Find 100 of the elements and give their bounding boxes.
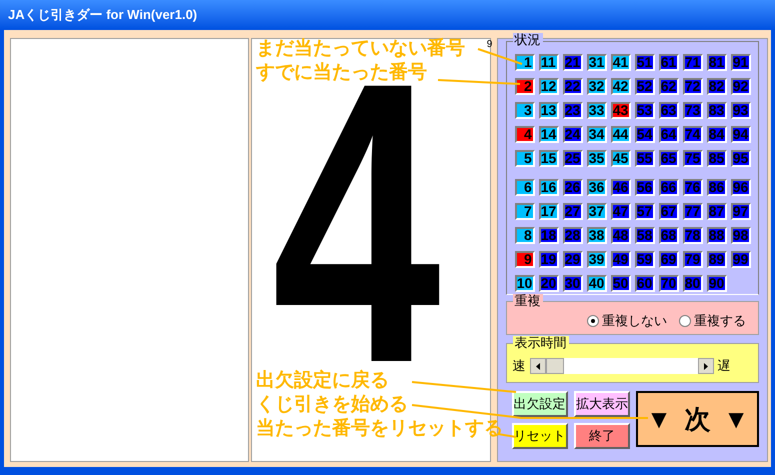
left-arrow-button[interactable] <box>530 358 546 374</box>
number-cell: 29 <box>562 251 583 268</box>
number-cell: 36 <box>586 179 607 196</box>
number-cell: 26 <box>562 179 583 196</box>
number-cell: 79 <box>682 251 703 268</box>
number-cell: 88 <box>706 227 727 244</box>
number-cell: 50 <box>610 275 631 292</box>
scroll-thumb[interactable] <box>546 358 564 374</box>
number-cell: 69 <box>658 251 679 268</box>
number-cell: 40 <box>586 275 607 292</box>
number-cell: 15 <box>538 150 559 167</box>
number-cell: 16 <box>538 179 559 196</box>
right-triangle-icon <box>704 362 708 370</box>
number-cell: 33 <box>586 102 607 119</box>
number-cell: 72 <box>682 78 703 95</box>
number-cell: 95 <box>730 150 751 167</box>
number-cell: 98 <box>730 227 751 244</box>
status-title: 状況 <box>512 33 543 46</box>
number-cell: 9 <box>514 251 535 268</box>
number-cell: 80 <box>682 275 703 292</box>
annotation-text: すでに当たった番号 <box>256 62 427 84</box>
number-cell: 38 <box>586 227 607 244</box>
number-cell: 84 <box>706 126 727 143</box>
number-cell: 87 <box>706 203 727 220</box>
number-cell: 19 <box>538 251 559 268</box>
number-cell: 1 <box>514 54 535 71</box>
speed-scrollbar[interactable] <box>530 358 714 374</box>
number-cell: 13 <box>538 102 559 119</box>
number-cell: 17 <box>538 203 559 220</box>
number-cell: 63 <box>658 102 679 119</box>
number-cell: 32 <box>586 78 607 95</box>
annotation-text: 出欠設定に戻る <box>256 370 389 392</box>
number-cell: 78 <box>682 227 703 244</box>
number-cell: 52 <box>634 78 655 95</box>
annotation-text: まだ当たっていない番号 <box>256 38 465 60</box>
left-triangle-icon <box>536 362 540 370</box>
number-cell: 53 <box>634 102 655 119</box>
number-cell: 54 <box>634 126 655 143</box>
number-cell: 48 <box>610 227 631 244</box>
radio-option[interactable]: 重複しない <box>587 311 668 331</box>
number-cell: 97 <box>730 203 751 220</box>
number-cell: 24 <box>562 126 583 143</box>
annotation-text: 当たった番号をリセットする <box>256 418 503 440</box>
number-cell: 56 <box>634 179 655 196</box>
number-cell: 34 <box>586 126 607 143</box>
number-cell: 43 <box>610 102 631 119</box>
radio-option[interactable]: 重複する <box>679 311 746 331</box>
action-button[interactable]: 出欠設定 <box>512 391 568 417</box>
number-cell: 23 <box>562 102 583 119</box>
window-title: JAくじ引きダー for Win(ver1.0) <box>8 6 198 24</box>
number-cell: 27 <box>562 203 583 220</box>
action-button[interactable]: 終了 <box>574 423 630 449</box>
number-cell: 73 <box>682 102 703 119</box>
number-cell: 35 <box>586 150 607 167</box>
number-cell: 58 <box>634 227 655 244</box>
drawn-number: 4 <box>272 83 441 363</box>
number-cell: 86 <box>706 179 727 196</box>
fast-label: 速 <box>512 357 526 376</box>
number-cell: 94 <box>730 126 751 143</box>
number-cell: 6 <box>514 179 535 196</box>
number-cell: 74 <box>682 126 703 143</box>
number-cell: 14 <box>538 126 559 143</box>
right-arrow-button[interactable] <box>698 358 714 374</box>
number-cell: 82 <box>706 78 727 95</box>
number-cell: 68 <box>658 227 679 244</box>
slow-label: 遅 <box>718 357 731 376</box>
action-button[interactable]: リセット <box>512 423 568 449</box>
number-cell: 3 <box>514 102 535 119</box>
number-cell: 18 <box>538 227 559 244</box>
number-cell: 4 <box>514 126 535 143</box>
annotation-text: くじ引きを始める <box>256 394 408 416</box>
number-cell: 76 <box>682 179 703 196</box>
number-cell: 65 <box>658 150 679 167</box>
number-cell: 96 <box>730 179 751 196</box>
number-cell: 85 <box>706 150 727 167</box>
duplicate-title: 重複 <box>512 294 543 307</box>
number-cell: 7 <box>514 203 535 220</box>
number-cell: 93 <box>730 102 751 119</box>
number-cell: 90 <box>706 275 727 292</box>
number-cell: 64 <box>658 126 679 143</box>
number-cell: 60 <box>634 275 655 292</box>
number-cell: 31 <box>586 54 607 71</box>
next-button[interactable]: ▼ 次 ▼ <box>636 391 760 447</box>
number-cell: 10 <box>514 275 535 292</box>
number-cell: 11 <box>538 54 559 71</box>
number-cell: 66 <box>658 179 679 196</box>
number-cell: 55 <box>634 150 655 167</box>
number-cell: 62 <box>658 78 679 95</box>
leader-line <box>478 48 522 65</box>
display-time-title: 表示時間 <box>512 336 569 349</box>
number-cell: 51 <box>634 54 655 71</box>
number-cell: 92 <box>730 78 751 95</box>
number-cell: 30 <box>562 275 583 292</box>
number-cell: 59 <box>634 251 655 268</box>
number-cell: 28 <box>562 227 583 244</box>
action-button[interactable]: 拡大表示 <box>574 391 630 417</box>
number-cell: 99 <box>730 251 751 268</box>
number-cell: 46 <box>610 179 631 196</box>
number-cell: 12 <box>538 78 559 95</box>
number-cell: 83 <box>706 102 727 119</box>
